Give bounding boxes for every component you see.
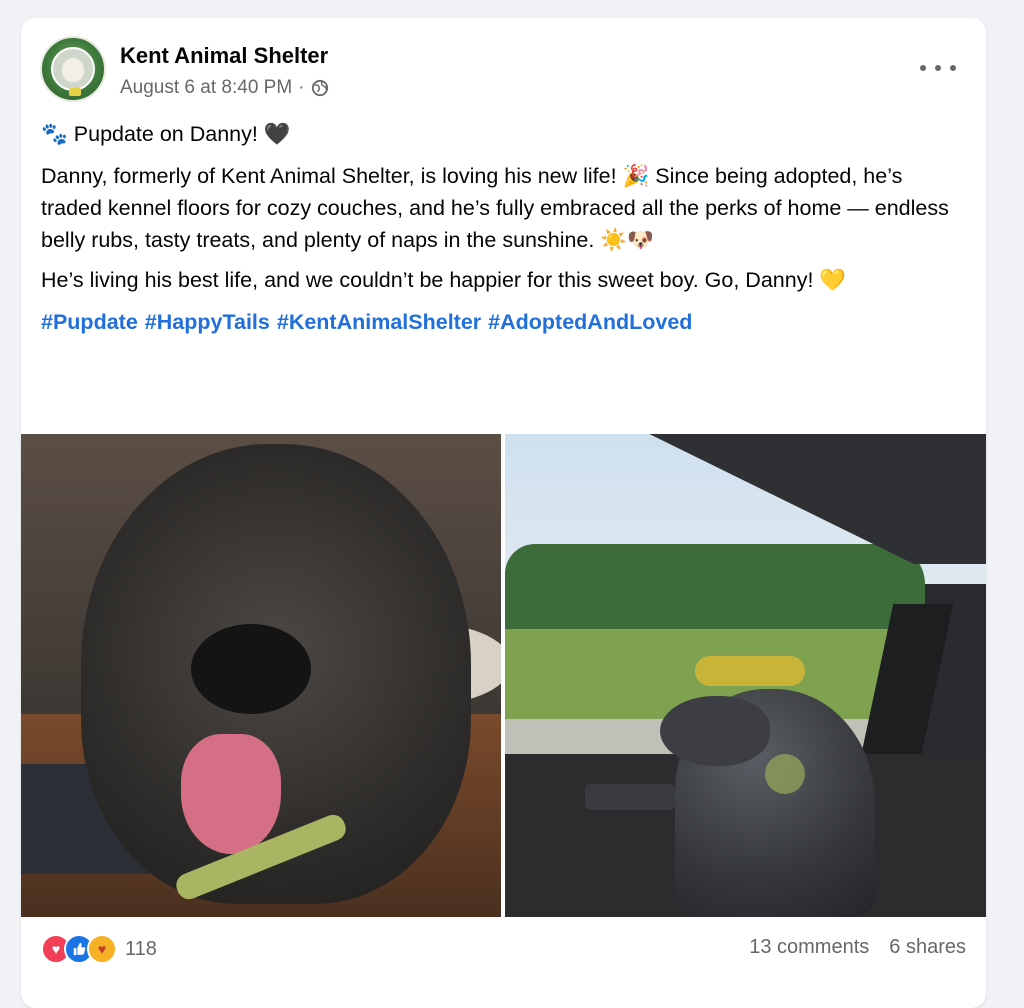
post-header: Kent Animal Shelter August 6 at 8:40 PM … — [21, 18, 986, 118]
hashtag-list: #Pupdate #HappyTails #KentAnimalShelter #Ad… — [41, 306, 966, 338]
post-title-line: 🐾 Pupdate on Danny! 🖤 — [41, 118, 966, 151]
paw-emoji: 🐾 — [41, 122, 68, 147]
meta-separator: · — [298, 77, 305, 98]
hashtag-link[interactable]: #HappyTails — [145, 310, 270, 334]
dot-icon — [950, 65, 956, 71]
door-handle — [585, 784, 675, 810]
dog-nose — [191, 624, 311, 714]
post-card: Kent Animal Shelter August 6 at 8:40 PM … — [21, 18, 986, 1008]
engagement-bar: ♥ ♥ 118 13 comments 6 shares — [21, 928, 986, 972]
photo-grid — [21, 434, 986, 917]
post-title: Pupdate on Danny! — [73, 122, 258, 146]
engagement-stats: 13 comments 6 shares — [749, 936, 966, 959]
hashtag-link[interactable]: #Pupdate — [41, 310, 138, 334]
reaction-count: 118 — [125, 937, 157, 960]
comments-link[interactable]: 13 comments — [749, 936, 869, 959]
more-options-button[interactable] — [920, 58, 956, 78]
dog-head — [660, 696, 770, 766]
hashtag-link[interactable]: #AdoptedAndLoved — [488, 310, 692, 334]
dot-icon — [920, 65, 926, 71]
hashtag-link[interactable]: #KentAnimalShelter — [277, 310, 481, 334]
photo-trees — [505, 544, 925, 634]
black-heart-emoji: 🖤 — [263, 122, 291, 147]
dog-tongue — [181, 734, 281, 854]
reactions-summary[interactable]: ♥ ♥ 118 — [41, 934, 157, 964]
care-reaction-icon: ♥ — [87, 934, 117, 964]
post-paragraph-2: He’s living his best life, and we couldn… — [41, 268, 847, 292]
post-body: 🐾 Pupdate on Danny! 🖤 Danny, formerly of… — [41, 118, 966, 338]
globe-icon[interactable] — [311, 79, 329, 97]
post-paragraph-1: Danny, formerly of Kent Animal Shelter, … — [41, 164, 949, 252]
avatar-dog — [62, 58, 84, 82]
dot-icon — [935, 65, 941, 71]
dog-closeup-photo[interactable] — [21, 434, 501, 917]
photo-hedge — [695, 656, 805, 686]
shares-link[interactable]: 6 shares — [889, 936, 966, 959]
page-name-link[interactable]: Kent Animal Shelter — [120, 43, 328, 69]
avatar-tag — [69, 88, 81, 96]
dog-collar — [765, 754, 805, 794]
dog-in-car-photo[interactable] — [505, 434, 986, 917]
post-timestamp[interactable]: August 6 at 8:40 PM — [120, 77, 292, 99]
post-meta: August 6 at 8:40 PM · — [120, 77, 329, 99]
page-avatar[interactable] — [40, 36, 106, 102]
